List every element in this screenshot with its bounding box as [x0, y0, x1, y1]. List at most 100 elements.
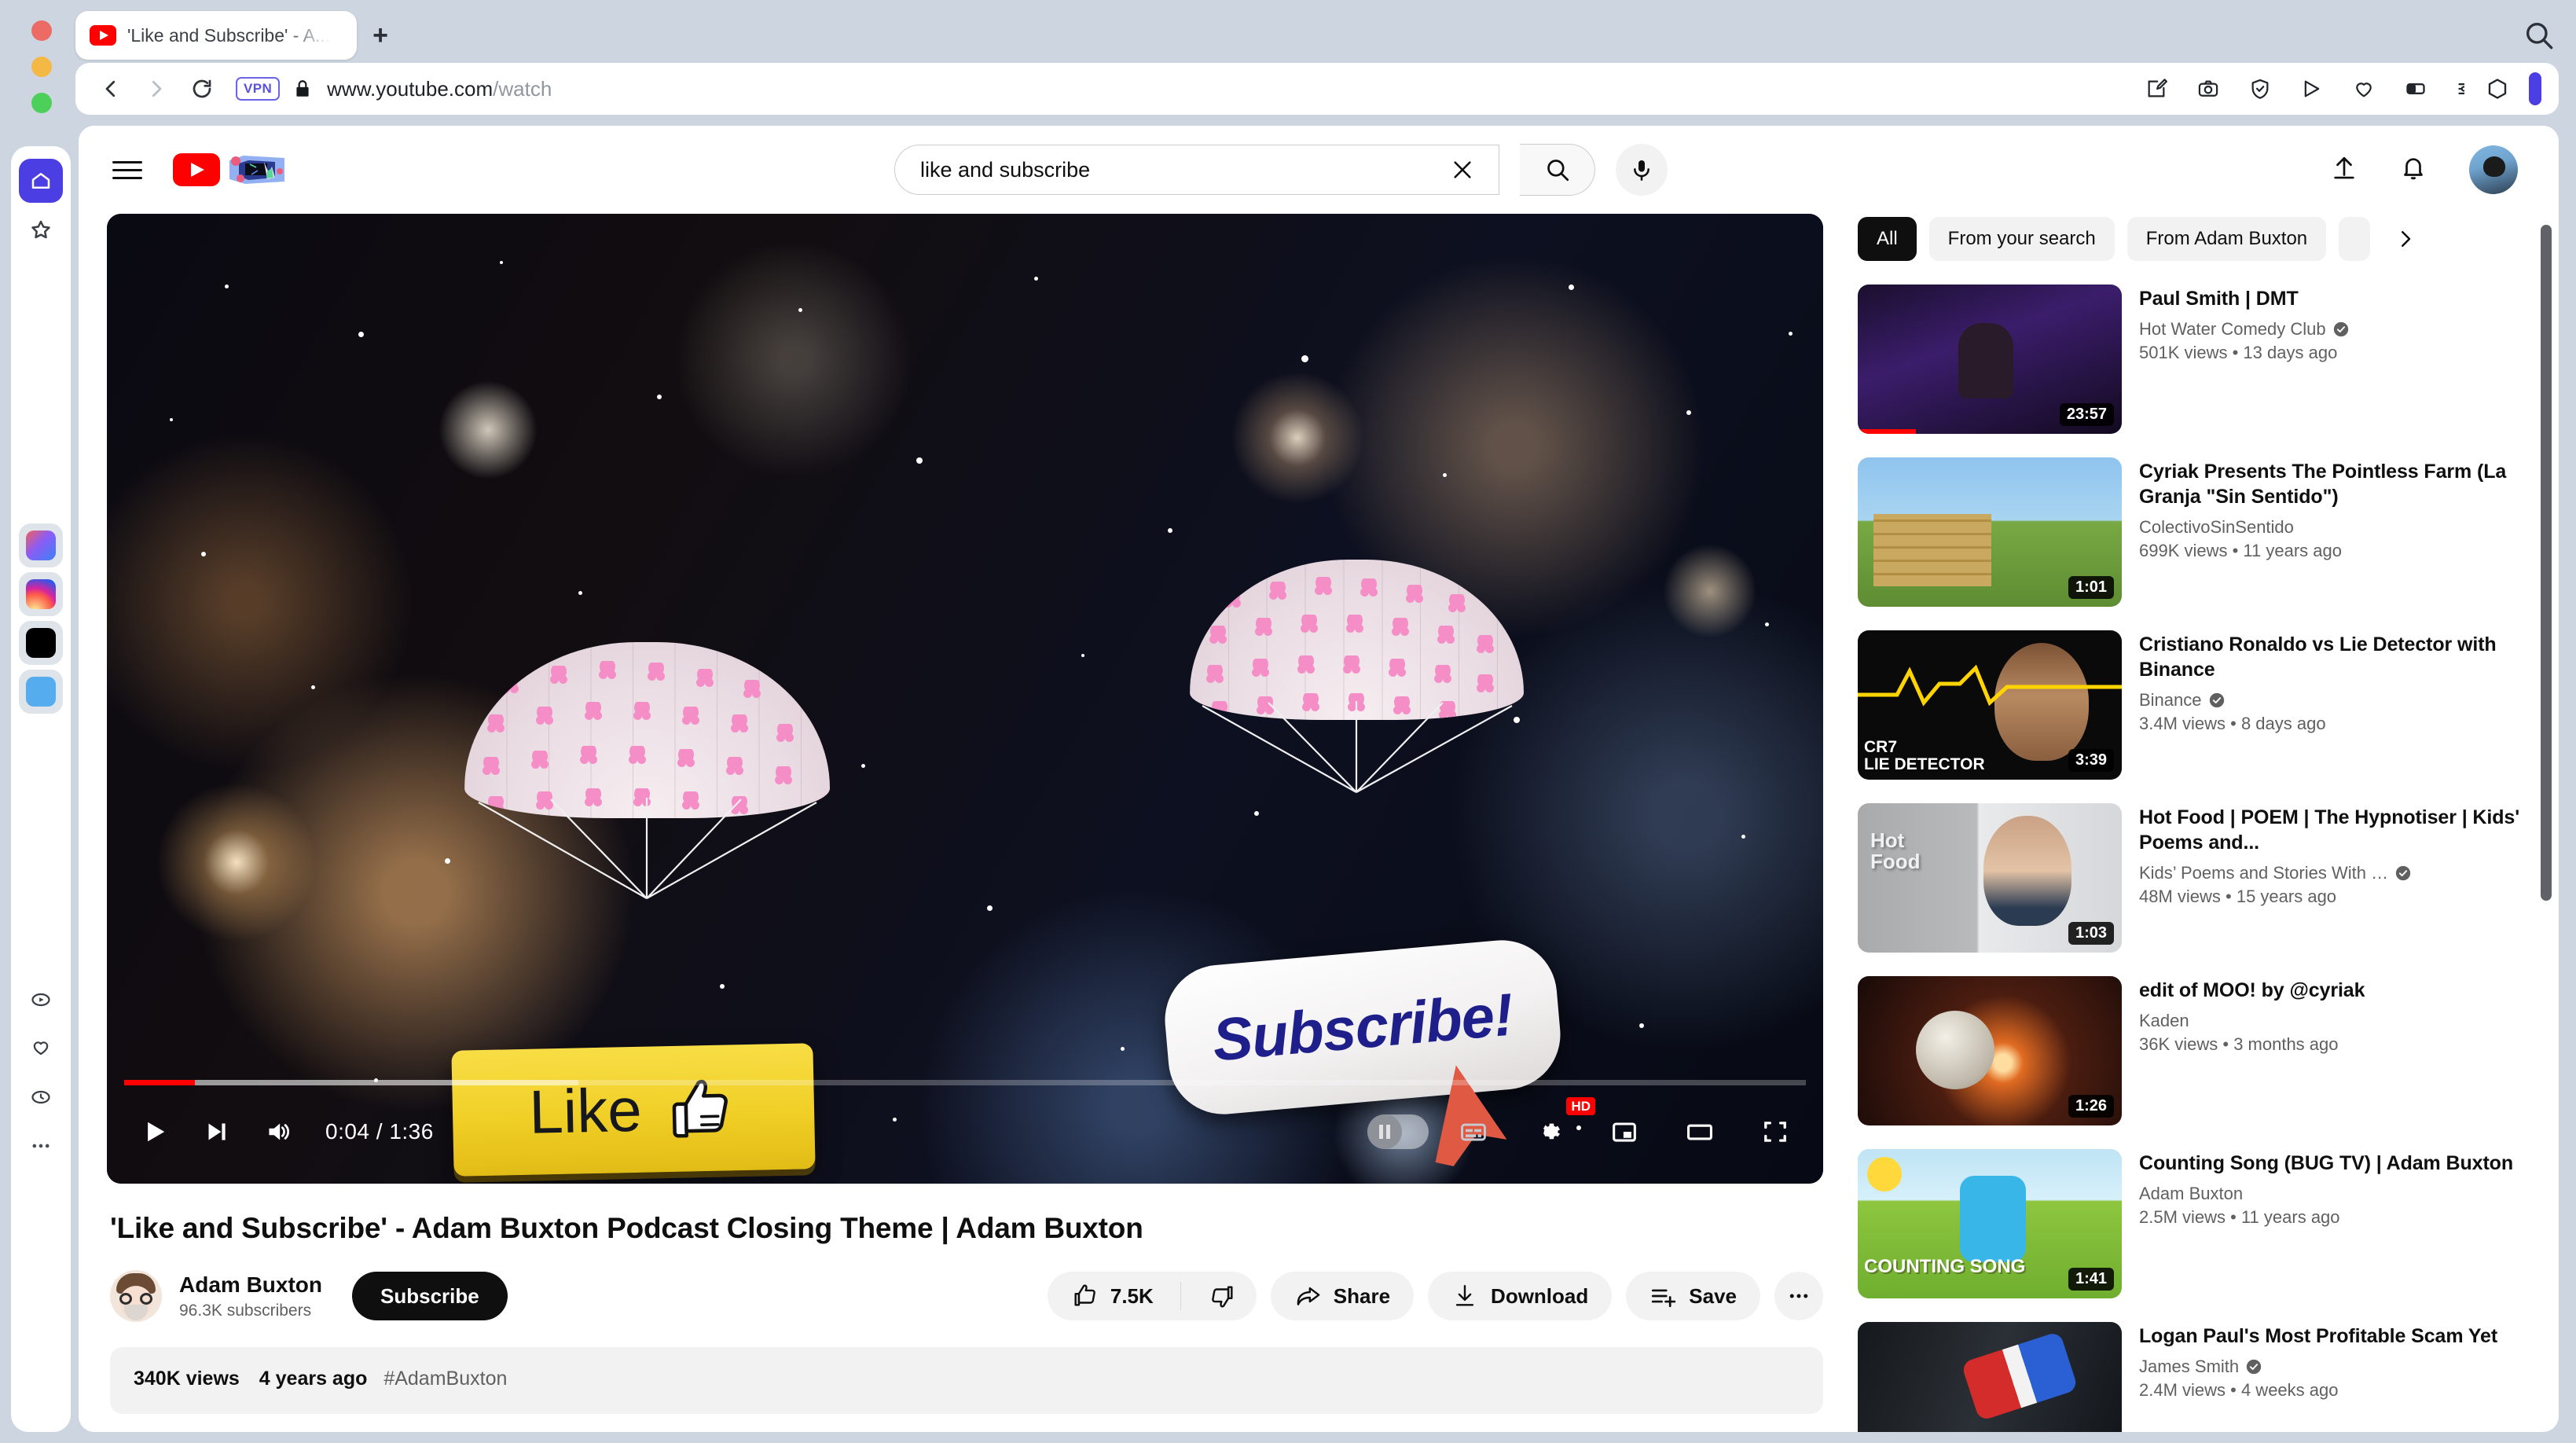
video-player[interactable]: Like Subscribe! 0:04 / 1:36 HD — [107, 214, 1823, 1184]
chip-from-your-search[interactable]: From your search — [1928, 217, 2115, 261]
recommendation-item[interactable]: CR7 LIE DETECTOR 3:39 Cristiano Ronaldo vs … — [1858, 630, 2526, 780]
video-thumbnail[interactable]: 1:26 — [1858, 976, 2122, 1125]
rail-item-favorites[interactable] — [19, 207, 63, 252]
rail-item-liked[interactable] — [19, 1026, 63, 1070]
channel-avatar[interactable] — [110, 1270, 162, 1322]
back-button[interactable] — [90, 68, 132, 110]
description-hashtag[interactable]: #AdamBuxton — [383, 1368, 507, 1390]
split-view-icon[interactable] — [2400, 73, 2431, 105]
rail-item-history[interactable] — [19, 1075, 63, 1119]
recommendation-title[interactable]: Hot Food | POEM | The Hypnotiser | Kids'… — [2139, 805, 2526, 855]
minimize-window-button[interactable] — [31, 57, 52, 77]
clear-search-icon[interactable] — [1445, 152, 1480, 187]
voice-search-button[interactable] — [1616, 144, 1668, 196]
recommendation-title[interactable]: Counting Song (BUG TV) | Adam Buxton — [2139, 1151, 2513, 1176]
recommendation-channel[interactable]: James Smith — [2139, 1357, 2497, 1377]
browser-tab[interactable]: 'Like and Subscribe' - A... — [75, 11, 357, 60]
rail-item-player[interactable] — [19, 978, 63, 1022]
close-window-button[interactable] — [31, 20, 52, 41]
rail-item-more[interactable] — [19, 1124, 63, 1168]
channel-name: Binance — [2139, 690, 2202, 710]
chips-next-button[interactable] — [2387, 221, 2424, 257]
miniplayer-button[interactable] — [1594, 1102, 1655, 1162]
theater-mode-button[interactable] — [1669, 1102, 1730, 1162]
fullscreen-button[interactable] — [1745, 1102, 1806, 1162]
autoplay-toggle-button[interactable] — [1367, 1102, 1429, 1162]
save-button[interactable]: Save — [1626, 1272, 1760, 1320]
cube-icon[interactable] — [2482, 73, 2513, 105]
recommendation-item[interactable]: 1:26 edit of MOO! by @cyriak Kaden 36K view… — [1858, 976, 2526, 1125]
url-text[interactable]: www.youtube.com/watch — [327, 77, 552, 101]
subscribe-button[interactable]: Subscribe — [352, 1272, 508, 1320]
recommendation-item[interactable]: SCAM ⟶7:59 Logan Paul's Most Profitable S… — [1858, 1322, 2526, 1432]
chip-all[interactable]: All — [1858, 217, 1917, 261]
create-upload-icon[interactable] — [2331, 155, 2358, 185]
window-search-icon[interactable] — [2523, 19, 2554, 50]
recommendation-channel[interactable]: ColectivoSinSentido — [2139, 517, 2526, 538]
recommendation-title[interactable]: Logan Paul's Most Profitable Scam Yet — [2139, 1324, 2497, 1349]
youtube-logo[interactable] — [173, 153, 286, 186]
video-thumbnail[interactable]: Hot Food 1:03 — [1858, 803, 2122, 953]
video-thumbnail[interactable]: 23:57 — [1858, 285, 2122, 434]
subtitles-button[interactable] — [1443, 1102, 1504, 1162]
search-input[interactable] — [920, 157, 1445, 182]
reload-button[interactable] — [181, 68, 223, 110]
rail-item-tiktok[interactable] — [19, 621, 63, 665]
recommendation-item[interactable]: 23:57 Paul Smith | DMT Hot Water Comedy Cl… — [1858, 285, 2526, 434]
channel-info[interactable]: Adam Buxton 96.3K subscribers — [162, 1272, 322, 1320]
heart-icon[interactable] — [2348, 73, 2380, 105]
video-thumbnail[interactable]: SCAM ⟶7:59 — [1858, 1322, 2122, 1432]
shield-check-icon[interactable] — [2244, 73, 2276, 105]
recommendation-item[interactable]: 1:01 Cyriak Presents The Pointless Farm (… — [1858, 457, 2526, 607]
new-tab-button[interactable]: + — [363, 18, 398, 53]
recommendation-title[interactable]: Cristiano Ronaldo vs Lie Detector with B… — [2139, 632, 2526, 682]
video-thumbnail[interactable]: COUNTING SONG 1:41 — [1858, 1149, 2122, 1298]
recommendation-channel[interactable]: Binance — [2139, 690, 2526, 710]
play-button[interactable] — [124, 1102, 185, 1162]
send-icon[interactable] — [2296, 73, 2328, 105]
parachute-cords — [478, 798, 817, 899]
search-box[interactable] — [894, 145, 1499, 195]
sidebar-toggle-button[interactable] — [2529, 72, 2541, 105]
recommendation-item[interactable]: COUNTING SONG 1:41 Counting Song (BUG TV) … — [1858, 1149, 2526, 1298]
chip-overflow[interactable] — [2339, 217, 2371, 261]
recommendation-channel[interactable]: Hot Water Comedy Club — [2139, 319, 2350, 340]
rail-item-arc[interactable] — [19, 523, 63, 567]
next-video-button[interactable] — [185, 1102, 247, 1162]
download-button[interactable]: Download — [1428, 1272, 1613, 1320]
chip-from-channel[interactable]: From Adam Buxton — [2126, 217, 2327, 261]
recommendation-channel[interactable]: Kids’ Poems and Stories With … — [2139, 863, 2526, 883]
recommendation-channel[interactable]: Adam Buxton — [2139, 1184, 2513, 1204]
page-scrollbar[interactable] — [2541, 225, 2552, 901]
volume-button[interactable] — [247, 1102, 308, 1162]
share-button[interactable]: Share — [1270, 1272, 1415, 1320]
maximize-window-button[interactable] — [31, 93, 52, 113]
rail-item-instagram[interactable] — [19, 572, 63, 616]
more-actions-button[interactable] — [1774, 1272, 1823, 1320]
screenshot-icon[interactable] — [2193, 73, 2224, 105]
edit-note-icon[interactable] — [2141, 73, 2172, 105]
rail-item-home[interactable] — [19, 159, 63, 203]
forward-button[interactable] — [135, 68, 178, 110]
dislike-button[interactable] — [1198, 1283, 1257, 1309]
recommendation-channel[interactable]: Kaden — [2139, 1011, 2365, 1031]
recommendation-title[interactable]: edit of MOO! by @cyriak — [2139, 978, 2365, 1003]
video-thumbnail[interactable]: 1:01 — [1858, 457, 2122, 607]
guide-menu-button[interactable] — [107, 149, 148, 190]
account-avatar[interactable] — [2469, 145, 2518, 194]
progress-bar[interactable] — [124, 1080, 1806, 1085]
address-bar[interactable]: VPN www.youtube.com/watch — [75, 63, 2559, 115]
recommendation-item[interactable]: Hot Food 1:03 Hot Food | POEM | The Hypnoti… — [1858, 803, 2526, 953]
recommendation-title[interactable]: Cyriak Presents The Pointless Farm (La G… — [2139, 459, 2526, 509]
like-dislike-group[interactable]: 7.5K — [1047, 1272, 1257, 1320]
vpn-badge[interactable]: VPN — [236, 77, 281, 101]
video-description[interactable]: 340K views 4 years ago #AdamBuxton — [110, 1347, 1823, 1414]
recommendation-title[interactable]: Paul Smith | DMT — [2139, 286, 2350, 311]
rail-item-twitter[interactable] — [19, 670, 63, 714]
settings-button[interactable]: HD — [1518, 1097, 1595, 1162]
search-submit-button[interactable] — [1520, 144, 1595, 196]
notifications-bell-icon[interactable] — [2400, 155, 2427, 185]
channel-name: Adam Buxton — [179, 1272, 322, 1297]
video-thumbnail[interactable]: CR7 LIE DETECTOR 3:39 — [1858, 630, 2122, 780]
recommendation-stats: 36K views • 3 months ago — [2139, 1034, 2339, 1054]
